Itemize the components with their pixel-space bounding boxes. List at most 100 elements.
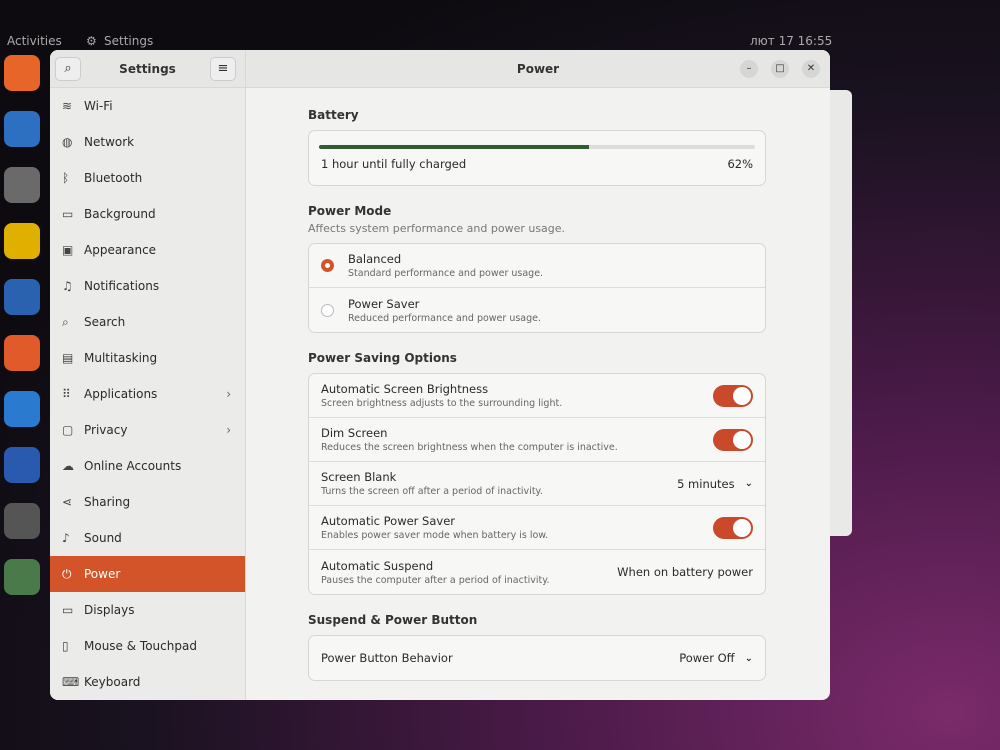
power-saving-heading: Power Saving Options xyxy=(308,351,457,365)
updater-icon[interactable] xyxy=(4,447,40,483)
option-description: Standard performance and power usage. xyxy=(348,268,544,279)
sidebar-item-label: Power xyxy=(84,567,121,581)
sidebar-item-sharing[interactable]: ⋖ Sharing xyxy=(50,484,245,520)
writer-icon[interactable] xyxy=(4,279,40,315)
sidebar-item-label: Bluetooth xyxy=(84,171,143,185)
sidebar-item-search[interactable]: ⌕ Search xyxy=(50,304,245,340)
thunderbird-icon[interactable] xyxy=(4,111,40,147)
maximize-button[interactable]: □ xyxy=(771,60,789,78)
sidebar-item-label: Background xyxy=(84,207,156,221)
activities-button[interactable]: Activities xyxy=(7,34,62,48)
radio-button[interactable] xyxy=(321,259,334,272)
sidebar-item-label: Keyboard xyxy=(84,675,141,689)
lock-icon: ▢ xyxy=(62,423,74,437)
power-mode-subtitle: Affects system performance and power usa… xyxy=(308,222,566,235)
sidebar-item-appearance[interactable]: ▣ Appearance xyxy=(50,232,245,268)
setting-label: Automatic Power Saver xyxy=(321,514,456,528)
sidebar-item-network[interactable]: ◍ Network xyxy=(50,124,245,160)
dock xyxy=(0,55,46,615)
settings-icon[interactable] xyxy=(4,503,40,539)
option-description: Reduced performance and power usage. xyxy=(348,312,542,324)
settings-gear-icon: ⚙ xyxy=(86,34,97,48)
power-mode-option[interactable]: Power Saver Reduced performance and power… xyxy=(309,288,765,332)
music-icon: ♪ xyxy=(62,531,70,545)
radio-button[interactable] xyxy=(321,303,334,317)
display-icon: ▭ xyxy=(62,603,74,617)
sidebar-item-wi-fi[interactable]: ≋ Wi-Fi xyxy=(50,88,245,124)
menu-button[interactable]: ≡ xyxy=(210,57,236,81)
sidebar-item-label: Notifications xyxy=(84,279,160,293)
minimize-button[interactable]: – xyxy=(740,60,758,78)
sidebar-item-online-accounts[interactable]: ☁ Online Accounts xyxy=(50,448,245,484)
app-menu[interactable]: Settings xyxy=(104,34,153,48)
option-label: Power Saver xyxy=(348,296,420,311)
bell-icon: ♫ xyxy=(62,279,73,293)
sidebar-item-label: Online Accounts xyxy=(84,459,182,473)
battery-percent: 62% xyxy=(727,157,753,171)
setting-row[interactable]: Automatic Power Saver Enables power saver… xyxy=(309,506,765,550)
setting-row[interactable]: Screen Blank Turns the screen off after a… xyxy=(309,462,765,506)
setting-description: Reduces the screen brightness when the c… xyxy=(321,442,618,453)
setting-description: Pauses the computer after a period of in… xyxy=(321,574,550,586)
sidebar-item-bluetooth[interactable]: ᛒ Bluetooth xyxy=(50,160,245,196)
main-panel: Power – □ ✕ Battery 1 hour until fully c… xyxy=(246,50,830,700)
setting-label: Automatic Screen Brightness xyxy=(321,382,489,396)
trash-icon[interactable] xyxy=(4,559,40,595)
sidebar-item-label: Appearance xyxy=(84,243,157,257)
power-mode-option[interactable]: Balanced Standard performance and power u… xyxy=(309,244,765,288)
toggle-switch[interactable] xyxy=(713,384,753,407)
setting-description: Screen brightness adjusts to the surroun… xyxy=(321,398,563,409)
sidebar-item-mouse-touchpad[interactable]: ▯ Mouse & Touchpad xyxy=(50,628,245,664)
row-value[interactable]: 5 minutes xyxy=(677,477,735,491)
sidebar-header: ⌕ Settings ≡ xyxy=(50,50,245,88)
sidebar-item-label: Privacy xyxy=(84,423,128,437)
sidebar-item-label: Network xyxy=(84,135,135,149)
clock[interactable]: лют 17 16:55 xyxy=(750,34,832,48)
appearance-icon: ▣ xyxy=(62,243,74,257)
sidebar-item-displays[interactable]: ▭ Displays xyxy=(50,592,245,628)
software-icon[interactable] xyxy=(4,335,40,371)
toggle-switch[interactable] xyxy=(713,516,753,539)
sidebar-item-sound[interactable]: ♪ Sound xyxy=(50,520,245,556)
battery-heading: Battery xyxy=(308,108,359,122)
power-mode-card: Balanced Standard performance and power u… xyxy=(308,243,766,333)
sidebar-item-multitasking[interactable]: ▤ Multitasking xyxy=(50,340,245,376)
suspend-card: Power Button Behavior Power Off ⌄ xyxy=(308,635,766,681)
setting-row[interactable]: Automatic Screen Brightness Screen bright… xyxy=(309,374,765,418)
setting-description: Enables power saver mode when battery is… xyxy=(321,530,549,541)
sidebar-item-label: Sharing xyxy=(84,495,131,509)
setting-description: Turns the screen off after a period of i… xyxy=(321,486,543,497)
setting-label: Screen Blank xyxy=(321,470,397,484)
mouse-icon: ▯ xyxy=(62,639,69,653)
power-saving-card: Automatic Screen Brightness Screen bright… xyxy=(308,373,766,595)
setting-row[interactable]: Automatic Suspend Pauses the computer aft… xyxy=(309,550,765,594)
toggle-switch[interactable] xyxy=(713,428,753,451)
multitasking-icon: ▤ xyxy=(62,351,74,365)
setting-label: Automatic Suspend xyxy=(321,558,434,573)
option-label: Balanced xyxy=(348,252,402,266)
setting-row[interactable]: Power Button Behavior Power Off ⌄ xyxy=(309,636,765,680)
battery-card: 1 hour until fully charged 62% xyxy=(308,130,766,186)
sidebar-item-background[interactable]: ▭ Background xyxy=(50,196,245,232)
sidebar-item-keyboard[interactable]: ⌨ Keyboard xyxy=(50,664,245,700)
help-icon[interactable] xyxy=(4,391,40,427)
sidebar: ⌕ Settings ≡ ≋ Wi-Fi ◍ Network ᛒ Bluetooth ▭ Ba… xyxy=(50,50,246,700)
share-icon: ⋖ xyxy=(62,495,73,509)
rhythmbox-icon[interactable] xyxy=(4,223,40,259)
sidebar-item-privacy[interactable]: ▢ Privacy › xyxy=(50,412,245,448)
sidebar-item-label: Applications xyxy=(84,387,158,401)
files-icon[interactable] xyxy=(4,167,40,203)
sidebar-item-label: Mouse & Touchpad xyxy=(84,639,197,653)
close-button[interactable]: ✕ xyxy=(802,60,820,78)
sidebar-item-notifications[interactable]: ♫ Notifications xyxy=(50,268,245,304)
sidebar-item-applications[interactable]: ⠿ Applications › xyxy=(50,376,245,412)
row-value[interactable]: When on battery power xyxy=(617,565,753,579)
setting-row[interactable]: Dim Screen Reduces the screen brightness … xyxy=(309,418,765,462)
settings-window: ⌕ Settings ≡ ≋ Wi-Fi ◍ Network ᛒ Bluetooth ▭ Ba… xyxy=(50,50,830,700)
keyboard-icon: ⌨ xyxy=(62,675,80,689)
cloud-icon: ☁ xyxy=(62,459,74,473)
firefox-icon[interactable] xyxy=(4,55,40,91)
sidebar-item-power[interactable]: ⏻ Power xyxy=(50,556,245,592)
battery-level-bar xyxy=(319,145,755,149)
row-value[interactable]: Power Off xyxy=(679,651,734,665)
